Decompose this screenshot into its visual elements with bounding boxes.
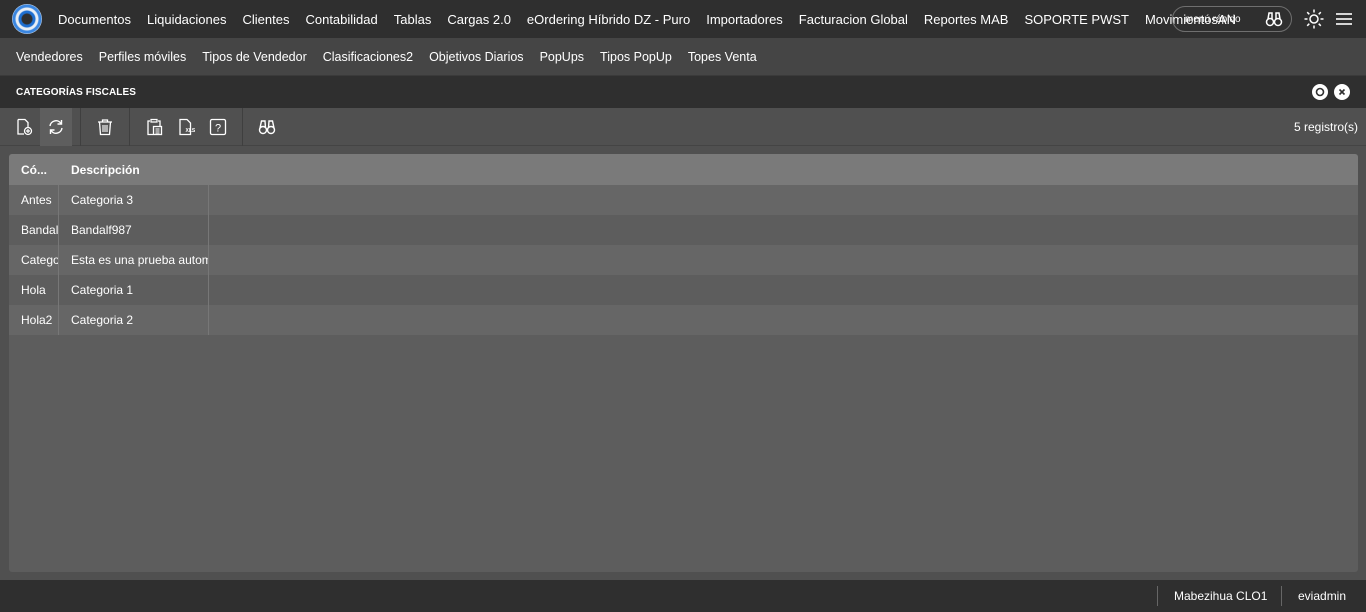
cell-codigo: Antes	[21, 193, 52, 207]
menu-item-reportes-mab[interactable]: Reportes MAB	[916, 12, 1017, 27]
menu-item-importadores[interactable]: Importadores	[698, 12, 791, 27]
column-header-descripcion[interactable]: Descripción	[71, 163, 140, 177]
record-count: 5 registro(s)	[1293, 120, 1358, 134]
menu-item-documentos[interactable]: Documentos	[50, 12, 139, 27]
company-name: Mabezihua CLO1	[1174, 589, 1268, 603]
panel-header: CATEGORÍAS FISCALES	[0, 76, 1366, 108]
menu-item-tablas[interactable]: Tablas	[386, 12, 440, 27]
subnav-item-tipos-de-vendedor[interactable]: Tipos de Vendedor	[194, 50, 314, 64]
cell-codigo: Hola2	[21, 313, 53, 327]
menu-item-liquidaciones[interactable]: Liquidaciones	[139, 12, 235, 27]
subnav-item-popups[interactable]: PopUps	[532, 50, 592, 64]
cell-codigo: Bandalf	[21, 223, 58, 237]
cell-descripcion: Bandalf987	[71, 223, 132, 237]
subnav-item-tipos-popup[interactable]: Tipos PopUp	[592, 50, 680, 64]
delete-button[interactable]	[89, 108, 121, 146]
table-row[interactable]: Categoria Esta es una prueba automatizad…	[9, 245, 1358, 275]
hamburger-menu-icon[interactable]	[1334, 9, 1354, 29]
main-menu: Documentos Liquidaciones Clientes Contab…	[50, 12, 1244, 27]
cell-descripcion: Categoria 1	[71, 283, 134, 297]
subnav-item-vendedores[interactable]: Vendedores	[8, 50, 91, 64]
cell-codigo: Categoria	[21, 253, 58, 267]
search-button[interactable]	[251, 108, 283, 146]
table-row[interactable]: Antes Categoria 3	[9, 185, 1358, 215]
column-divider[interactable]	[58, 185, 59, 335]
help-button[interactable]: ?	[202, 108, 234, 146]
panel-title: CATEGORÍAS FISCALES	[16, 86, 137, 98]
cell-descripcion: Categoria 3	[71, 193, 134, 207]
xls-file-icon: XLS	[179, 118, 196, 136]
menu-item-eordering[interactable]: eOrdering Híbrido DZ - Puro	[519, 12, 698, 27]
subnav-item-perfiles-moviles[interactable]: Perfiles móviles	[91, 50, 195, 64]
menu-item-cargas[interactable]: Cargas 2.0	[439, 12, 519, 27]
menu-item-contabilidad[interactable]: Contabilidad	[297, 12, 385, 27]
close-window-button[interactable]	[1334, 84, 1350, 100]
content-area: Có... Descripción Antes Categoria 3 Band…	[0, 146, 1366, 580]
quick-menu-label: menú rápido	[1185, 13, 1241, 25]
close-icon	[1338, 88, 1346, 96]
status-bar: Mabezihua CLO1 eviadmin	[0, 580, 1366, 612]
trash-icon	[98, 119, 112, 136]
subnav-item-objetivos-diarios[interactable]: Objetivos Diarios	[421, 50, 531, 64]
menu-item-soporte-pwst[interactable]: SOPORTE PWST	[1016, 12, 1137, 27]
toolbar: XLS ? 5 registro(s)	[0, 108, 1366, 146]
export-xls-button[interactable]: XLS	[170, 108, 202, 146]
circle-icon	[1315, 87, 1325, 97]
help-icon: ?	[209, 118, 227, 136]
cell-codigo: Hola	[21, 283, 46, 297]
svg-text:XLS: XLS	[186, 128, 196, 134]
table-row[interactable]: Hola2 Categoria 2	[9, 305, 1358, 335]
quick-menu-search[interactable]: menú rápido	[1172, 6, 1292, 32]
cell-descripcion: Categoria 2	[71, 313, 134, 327]
refresh-icon	[49, 120, 63, 134]
column-divider[interactable]	[208, 185, 209, 335]
subnav-item-clasificaciones2[interactable]: Clasificaciones2	[315, 50, 421, 64]
new-record-button[interactable]	[8, 108, 40, 146]
refresh-button[interactable]	[40, 108, 72, 146]
svg-text:?: ?	[215, 123, 221, 135]
top-navigation-bar: Documentos Liquidaciones Clientes Contab…	[0, 0, 1366, 38]
data-grid: Có... Descripción Antes Categoria 3 Band…	[9, 154, 1358, 572]
binoculars-icon	[258, 120, 276, 135]
app-logo[interactable]	[12, 4, 42, 34]
subnav-item-topes-venta[interactable]: Topes Venta	[680, 50, 765, 64]
secondary-navigation-bar: Vendedores Perfiles móviles Tipos de Ven…	[0, 38, 1366, 76]
restore-window-button[interactable]	[1312, 84, 1328, 100]
copy-button[interactable]	[138, 108, 170, 146]
menu-item-facturacion-global[interactable]: Facturacion Global	[791, 12, 916, 27]
cell-descripcion: Esta es una prueba automatizada	[71, 253, 208, 267]
clipboard-icon	[147, 118, 163, 136]
user-name[interactable]: eviadmin	[1298, 589, 1346, 603]
column-header-codigo[interactable]: Có...	[21, 163, 47, 177]
table-row[interactable]: Hola Categoria 1	[9, 275, 1358, 305]
grid-header: Có... Descripción	[9, 154, 1358, 185]
menu-item-clientes[interactable]: Clientes	[235, 12, 298, 27]
theme-sun-icon[interactable]	[1304, 9, 1324, 29]
table-row[interactable]: Bandalf Bandalf987	[9, 215, 1358, 245]
new-document-icon	[17, 118, 33, 136]
binoculars-icon	[1265, 12, 1283, 27]
